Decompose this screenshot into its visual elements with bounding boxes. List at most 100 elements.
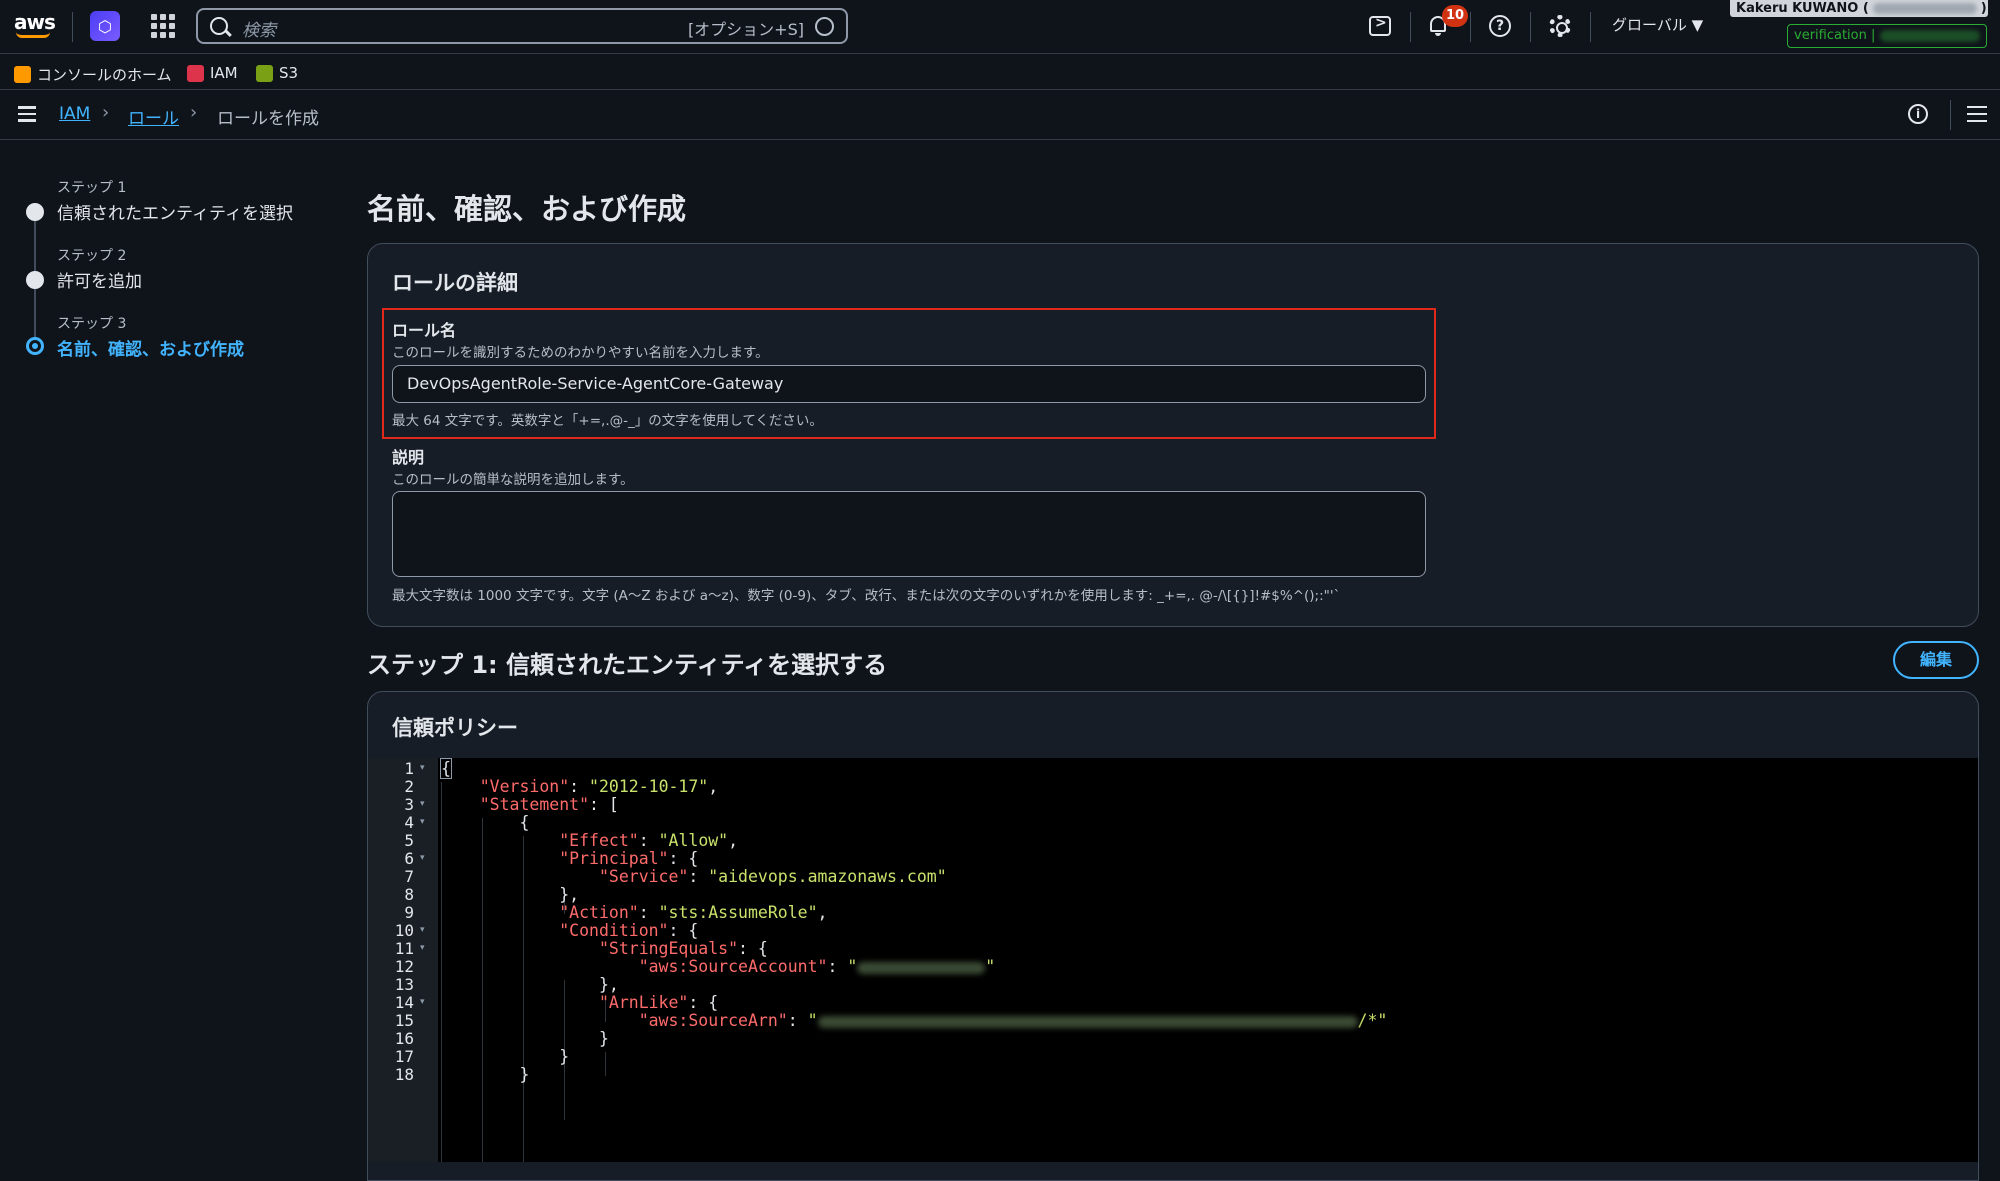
code-line-6: "Principal": {: [559, 849, 699, 868]
line-number: 13: [394, 975, 414, 994]
amazon-q-icon[interactable]: ⬡: [90, 11, 120, 41]
chevron-right-icon: ›: [102, 102, 110, 123]
code-line-12: "aws:SourceAccount": " ": [638, 957, 996, 976]
step-connector: [34, 214, 36, 276]
preferences-icon[interactable]: [1967, 106, 1987, 124]
redacted-account-id: [1872, 3, 1977, 14]
description-constraint: 最大文字数は 1000 文字です。文字 (A〜Z および a〜z)、数字 (0-…: [392, 588, 1341, 604]
settings-gear-icon[interactable]: [1549, 15, 1571, 37]
redacted-verification: [1879, 29, 1980, 42]
step-1-indicator: [26, 203, 44, 221]
line-number: 10: [394, 921, 414, 940]
favorites-bar: コンソールのホーム IAM S3: [0, 54, 2000, 90]
line-number: 1: [404, 759, 414, 778]
divider: [1590, 12, 1591, 42]
breadcrumb-bar: IAM › ロール › ロールを作成 i: [0, 90, 2000, 140]
account-menu[interactable]: Kakeru KUWANO () ▼: [1730, 0, 1988, 33]
line-number: 9: [404, 903, 414, 922]
step-3-indicator: [26, 337, 44, 355]
code-line-9: "Action": "sts:AssumeRole",: [559, 903, 828, 922]
step-3-title: 名前、確認、および作成: [57, 340, 244, 360]
services-grid-icon[interactable]: [151, 14, 175, 38]
divider: [1950, 100, 1951, 130]
step-3-label: ステップ 3: [57, 316, 127, 332]
description-textarea[interactable]: [392, 491, 1426, 577]
description-label: 説明: [392, 448, 425, 467]
code-line-17: }: [440, 1047, 570, 1066]
fold-toggle-icon[interactable]: ▾: [420, 817, 425, 827]
page-title: 名前、確認、および作成: [367, 192, 687, 226]
description-helper: このロールの簡単な説明を追加します。: [392, 472, 634, 488]
fold-toggle-icon[interactable]: ▾: [420, 943, 425, 953]
search-input[interactable]: 検索: [242, 16, 276, 41]
line-number: 7: [404, 867, 414, 886]
edit-step1-button[interactable]: 編集: [1893, 641, 1979, 679]
step-2-title[interactable]: 許可を追加: [57, 267, 142, 292]
divider: [1470, 12, 1471, 42]
role-name-highlight-box: [382, 308, 1436, 439]
region-selector[interactable]: グローバル ▼: [1612, 14, 1703, 35]
line-number: 11: [394, 939, 414, 958]
line-number: 14: [394, 993, 414, 1012]
search-box[interactable]: 検索 [オプション+S]: [196, 8, 848, 44]
fold-toggle-icon[interactable]: ▾: [420, 853, 425, 863]
line-number: 8: [404, 885, 414, 904]
aws-logo-text: aws: [14, 10, 56, 34]
code-line-18: }: [440, 1065, 530, 1084]
code-line-10: "Condition": {: [559, 921, 699, 940]
verification-label: verification |: [1794, 28, 1876, 43]
fold-toggle-icon[interactable]: ▾: [420, 997, 425, 1007]
code-line-1: {: [440, 758, 452, 779]
fold-toggle-icon[interactable]: ▾: [420, 763, 425, 773]
search-shortcut-hint: [オプション+S]: [687, 20, 804, 39]
redacted-source-arn: [817, 1015, 1358, 1028]
aws-smile-icon: [16, 32, 50, 38]
code-line-3: "Statement": [: [479, 795, 619, 814]
aws-logo[interactable]: aws: [14, 10, 56, 40]
line-number: 17: [394, 1047, 414, 1066]
verification-field[interactable]: verification |: [1787, 24, 1987, 48]
fold-toggle-icon[interactable]: ▾: [420, 799, 425, 809]
favorite-s3[interactable]: S3: [256, 64, 298, 82]
favorite-console-home[interactable]: コンソールのホーム: [14, 64, 172, 85]
help-icon[interactable]: ?: [1489, 15, 1511, 37]
code-line-16: }: [440, 1029, 609, 1048]
step-connector: [34, 282, 36, 342]
breadcrumb-current: ロールを作成: [217, 109, 319, 129]
line-number: 5: [404, 831, 414, 850]
top-navigation-bar: aws ⬡ 検索 [オプション+S] 10 ? グローバル ▼ Kakeru K…: [0, 0, 2000, 54]
favorite-label: S3: [279, 64, 299, 82]
search-shortcut-icon: [815, 17, 834, 36]
cloudshell-icon[interactable]: [1369, 15, 1391, 36]
line-number: 2: [404, 777, 414, 796]
info-icon[interactable]: i: [1908, 104, 1928, 124]
code-line-5: "Effect": "Allow",: [559, 831, 739, 850]
code-line-15: "aws:SourceArn": "/*": [638, 1011, 1388, 1030]
breadcrumb-iam[interactable]: IAM: [59, 104, 90, 124]
breadcrumb-roles[interactable]: ロール: [128, 104, 179, 129]
line-number: 3: [404, 795, 414, 814]
menu-hamburger-icon[interactable]: [18, 106, 36, 122]
favorite-label: コンソールのホーム: [37, 66, 172, 84]
step-1-title[interactable]: 信頼されたエンティティを選択: [57, 199, 293, 224]
code-line-13: },: [440, 975, 619, 994]
trust-policy-code-viewer[interactable]: 1 ▾ 2 3 ▾ 4 ▾ 5 6 ▾ 7 8 9 10 ▾ 11 ▾ 12 13 14 ▾ 15 16 17 18 { "Ve…: [368, 758, 1978, 1162]
account-name: Kakeru KUWANO (: [1736, 1, 1869, 16]
divider: [1410, 12, 1411, 42]
step1-section-heading: ステップ 1: 信頼されたエンティティを選択する: [367, 651, 888, 679]
notifications-badge: 10: [1442, 5, 1469, 27]
role-details-title: ロールの詳細: [392, 271, 518, 295]
fold-toggle-icon[interactable]: ▾: [420, 925, 425, 935]
trust-policy-title: 信頼ポリシー: [392, 716, 518, 740]
favorite-iam[interactable]: IAM: [187, 64, 238, 82]
line-number: 18: [394, 1065, 414, 1084]
line-number-gutter: 1 ▾ 2 3 ▾ 4 ▾ 5 6 ▾ 7 8 9 10 ▾ 11 ▾ 12 13 14 ▾ 15 16 17 18: [368, 758, 438, 1162]
line-number: 6: [404, 849, 414, 868]
code-line-14: "ArnLike": {: [598, 993, 719, 1012]
code-line-7: "Service": "aidevops.amazonaws.com": [598, 867, 947, 886]
redacted-account-id: [857, 961, 986, 974]
step-1-label: ステップ 1: [57, 180, 127, 196]
console-home-icon: [14, 66, 31, 83]
line-number: 4: [404, 813, 414, 832]
code-line-11: "StringEquals": {: [598, 939, 768, 958]
